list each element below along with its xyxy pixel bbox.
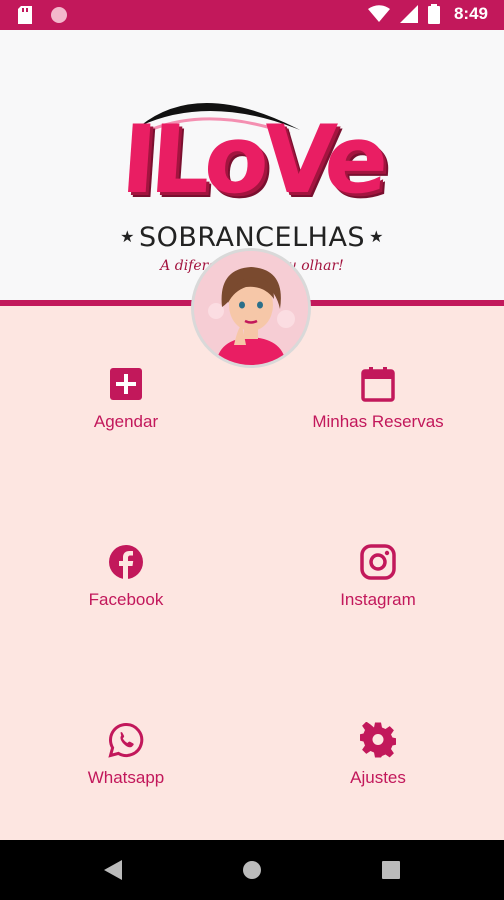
ajustes-button[interactable]: Ajustes — [252, 722, 504, 812]
minhas-reservas-label: Minhas Reservas — [312, 412, 444, 431]
add-box-icon — [110, 368, 142, 400]
home-icon[interactable] — [242, 860, 262, 880]
agendar-button[interactable]: Agendar — [0, 366, 252, 456]
instagram-icon — [360, 544, 396, 580]
facebook-icon — [109, 545, 143, 580]
ajustes-label: Ajustes — [350, 768, 406, 787]
star-icon: ★ — [369, 227, 384, 246]
status-bar: 8:49 — [0, 0, 504, 30]
signal-icon — [399, 5, 418, 23]
gear-icon — [360, 722, 396, 758]
circle-icon — [51, 7, 67, 23]
star-icon: ★ — [120, 227, 135, 246]
battery-icon — [427, 4, 440, 24]
whatsapp-label: Whatsapp — [87, 768, 165, 787]
logo-title: ILoVe — [117, 106, 387, 215]
whatsapp-icon — [108, 722, 144, 758]
instagram-label: Instagram — [340, 590, 416, 609]
calendar-icon — [361, 367, 395, 402]
navigation-bar — [0, 840, 504, 900]
status-time: 8:49 — [453, 4, 488, 23]
minhas-reservas-button[interactable]: Minhas Reservas — [252, 366, 504, 456]
instagram-button[interactable]: Instagram — [252, 544, 504, 634]
back-icon[interactable] — [104, 860, 122, 880]
avatar — [191, 248, 311, 368]
facebook-label: Facebook — [88, 590, 164, 609]
woman-illustration-icon — [194, 251, 308, 365]
whatsapp-button[interactable]: Whatsapp — [0, 722, 252, 812]
recents-icon[interactable] — [382, 860, 400, 880]
wifi-icon — [367, 5, 390, 22]
agendar-label: Agendar — [93, 412, 159, 431]
facebook-button[interactable]: Facebook — [0, 544, 252, 634]
sd-card-icon — [18, 6, 32, 24]
